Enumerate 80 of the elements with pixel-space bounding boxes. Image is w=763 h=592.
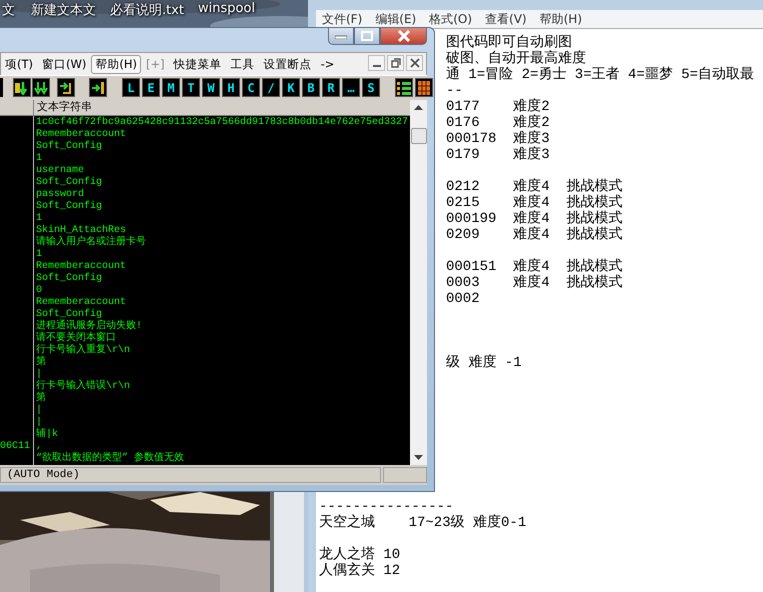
string-cell-text: 1	[36, 213, 42, 224]
text-line: 0179 难度3	[446, 147, 550, 163]
string-cell-text: 0	[36, 285, 42, 296]
string-cell-text: username	[36, 165, 84, 176]
toolbar-button[interactable]: K	[282, 78, 300, 97]
string-cell-text: |	[36, 405, 42, 416]
text-line: 天空之城 17~23级 难度0-1	[319, 515, 526, 531]
menu-item[interactable]: 格式(O)	[425, 10, 482, 28]
text-line: 龙人之塔 10	[319, 547, 400, 563]
toolbar-button[interactable]: E	[142, 78, 160, 97]
string-cell-text: 1	[36, 249, 42, 260]
string-cell-text: password	[36, 189, 84, 200]
string-cell: 请输入用户名或注册卡号	[36, 237, 146, 249]
text-line: 0215 难度4 挑战模式	[446, 195, 622, 211]
menu-item[interactable]: 帮助(H)	[91, 54, 141, 74]
menu-item[interactable]: ->	[316, 55, 338, 73]
text-line: 人偶玄关 12	[319, 563, 400, 579]
string-cell: “欲取出数据的类型” 参数值无效	[36, 453, 184, 465]
toolbar-button[interactable]: H	[222, 78, 240, 97]
menu-item[interactable]: 窗口(W)	[38, 54, 90, 74]
toolbar-button[interactable]: /	[262, 78, 280, 97]
text-line: --	[446, 83, 463, 99]
text-line: 000199 难度4 挑战模式	[446, 211, 622, 227]
string-cell: Soft_Config	[36, 141, 102, 153]
menu-item[interactable]: 帮助(H)	[536, 10, 591, 28]
text-line: 0212 难度4 挑战模式	[446, 179, 622, 195]
toolbar-button[interactable]: …	[342, 78, 360, 97]
string-cell-text: |	[36, 369, 42, 380]
text-line: 通 1=冒险 2=勇士 3=王者 4=噩梦 5=自动取最	[446, 67, 754, 83]
text-line: 000151 难度4 挑战模式	[446, 259, 622, 275]
text-line: 000178 难度3	[446, 131, 550, 147]
text-line: 0003 难度4 挑战模式	[446, 275, 622, 291]
menu-item[interactable]: 设置断点	[260, 54, 316, 74]
toolbar-button[interactable]: T	[182, 78, 200, 97]
string-cell-text: 第	[36, 393, 46, 404]
toolbar-button[interactable]: S	[362, 78, 380, 97]
string-cell-text: Rememberaccount	[36, 297, 126, 308]
string-cell-text: ,	[36, 441, 42, 452]
menu-item[interactable]: 项(T)	[1, 54, 37, 74]
text-line: 0209 难度4 挑战模式	[446, 227, 622, 243]
text-line: 破图、自动开最高难度	[446, 51, 586, 67]
string-cell-text: Rememberaccount	[36, 261, 126, 272]
toolbar-button[interactable]: M	[162, 78, 180, 97]
address-cell: 06C11	[0, 441, 30, 453]
string-cell: 辅|k	[36, 429, 58, 441]
string-cell-text: Soft_Config	[36, 177, 102, 188]
menu-item[interactable]: 查看(V)	[481, 10, 536, 28]
desktop-icon-label[interactable]: winspool	[198, 1, 256, 19]
string-cell-text: 行卡号输入重复\r\n	[36, 345, 130, 356]
string-cell-text: 第	[36, 357, 46, 368]
menu-item[interactable]: 编辑(E)	[371, 10, 426, 28]
string-cell-text: 1c0cf46f72fbc9a625428c91132c5a7566dd91783c8b0db14e762e75ed3327	[36, 117, 408, 128]
toolbar-button[interactable]: L	[122, 78, 140, 97]
string-cell-text: Soft_Config	[36, 309, 102, 320]
menu-item[interactable]: 快捷菜单	[170, 54, 226, 74]
text-line: 0176 难度2	[446, 115, 550, 131]
text-line: 0002	[446, 291, 480, 307]
string-cell-text: SkinH_AttachRes	[36, 225, 126, 236]
string-cell-text: 请不要关闭本窗口	[36, 333, 116, 344]
text-line: 0177 难度2	[446, 99, 550, 115]
text-line: 级 难度 -1	[446, 355, 522, 371]
desktop-icon-label[interactable]: 文	[2, 1, 15, 19]
string-cell-text: Rememberaccount	[36, 129, 126, 140]
toolbar-button[interactable]: W	[202, 78, 220, 97]
status-text: (AUTO Mode)	[0, 467, 381, 483]
menu-item[interactable]: 工具	[226, 54, 259, 74]
string-cell-text: 行卡号输入错误\r\n	[36, 381, 130, 392]
toolbar-button[interactable]: C	[242, 78, 260, 97]
toolbar-button[interactable]: R	[322, 78, 340, 97]
toolbar-button[interactable]: B	[302, 78, 320, 97]
text-line: ----------------	[319, 499, 454, 515]
desktop-icon-label[interactable]: 必看说明.txt	[110, 1, 184, 19]
desktop-icon-label[interactable]: 新建文本文	[31, 1, 96, 19]
string-cell-text: |	[36, 417, 42, 428]
string-cell: Soft_Config	[36, 201, 102, 213]
string-cell: Soft_Config	[36, 273, 102, 285]
string-cell: 1	[36, 153, 42, 165]
string-cell-text: 进程通讯服务启动失败!	[36, 321, 142, 332]
text-line: 图代码即可自动刷图	[446, 35, 572, 51]
menu-item[interactable]: 文件(F)	[318, 10, 372, 28]
